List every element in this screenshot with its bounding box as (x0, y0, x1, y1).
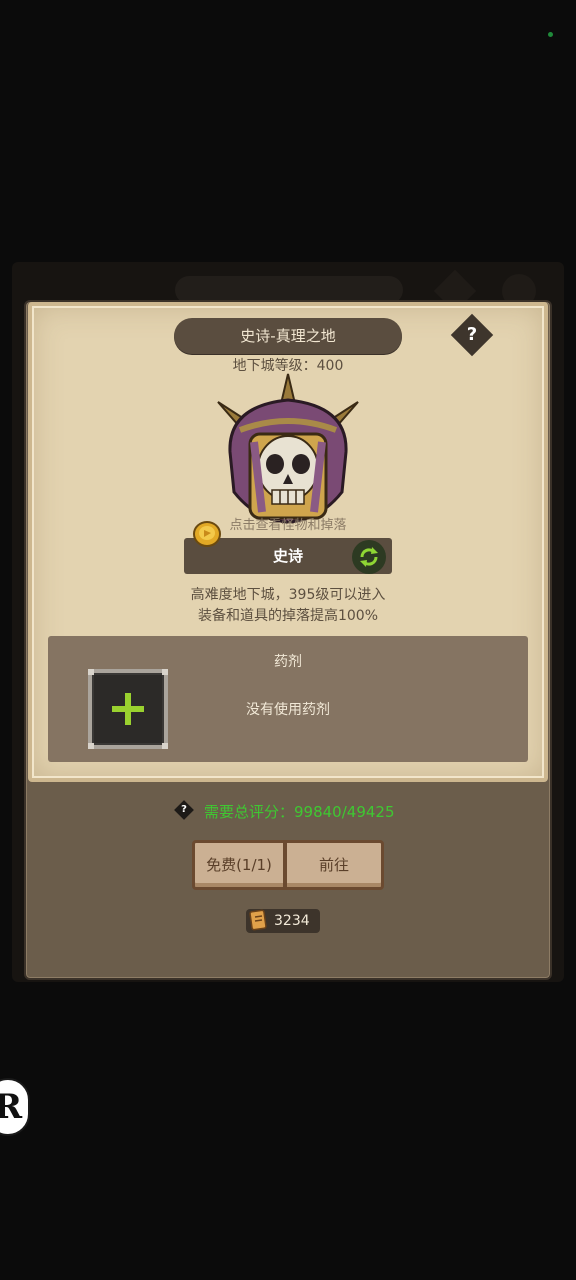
floating-assistant-button[interactable]: R (0, 1078, 30, 1136)
free-entry-button[interactable]: 免费(1/1) (192, 840, 286, 890)
gold-coin-icon (192, 520, 222, 548)
description-line-2: 装备和道具的掉落提高100% (197, 608, 379, 624)
scroll-ticket-icon (248, 908, 268, 932)
help-button[interactable]: ? (450, 313, 494, 357)
slot-corner (88, 669, 94, 675)
refresh-icon (360, 547, 378, 567)
currency-display: 3234 (246, 909, 320, 933)
potion-empty-text: 没有使用药剂 (246, 702, 330, 718)
potion-title: 药剂 (274, 654, 302, 670)
dungeon-title: 史诗-真理之地 (174, 318, 402, 354)
description-line-1: 高难度地下城，395级可以进入 (190, 587, 386, 603)
refresh-button[interactable] (352, 540, 386, 574)
slot-corner (88, 743, 94, 749)
question-icon: ? (466, 324, 478, 345)
currency-value: 3234 (274, 913, 310, 929)
status-indicator-dot (548, 32, 553, 37)
slot-corner (162, 743, 168, 749)
slot-corner (162, 669, 168, 675)
add-potion-slot[interactable] (88, 669, 168, 749)
required-score-text: 需要总评分：99840/49425 (204, 803, 395, 821)
skull-helmet-icon[interactable] (210, 372, 366, 528)
plus-icon-vertical (125, 693, 131, 725)
question-icon: ? (181, 804, 187, 815)
score-help-icon[interactable]: ? (174, 800, 194, 820)
go-button[interactable]: 前往 (284, 840, 384, 890)
